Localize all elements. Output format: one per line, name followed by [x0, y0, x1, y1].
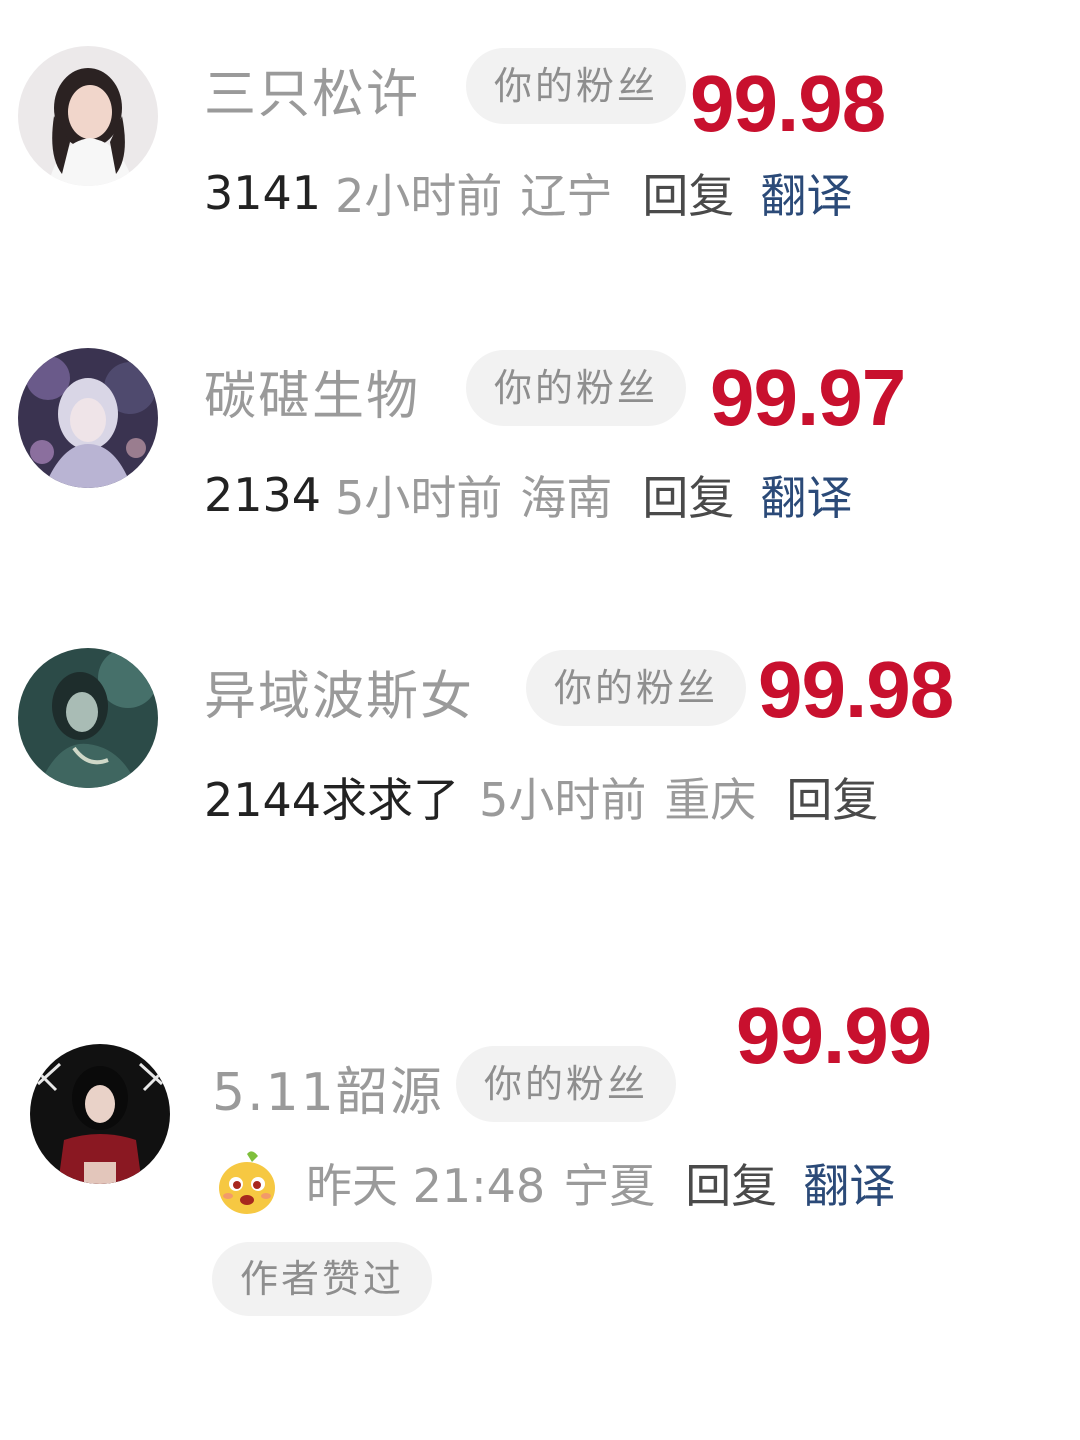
comment-time: 昨天 21:48 [306, 1159, 546, 1213]
reply-button[interactable]: 回复 [786, 764, 878, 830]
comment-location: 海南 [520, 471, 613, 525]
comment-meta: 3141 2小时前 辽宁 回复 翻译 [204, 160, 870, 226]
score-label: 99.99 [736, 991, 932, 1080]
user-avatar[interactable] [30, 1044, 170, 1184]
comment-location: 宁夏 [563, 1159, 656, 1213]
fan-badge: 你的粉丝 [526, 650, 747, 726]
comment-location: 重庆 [664, 773, 757, 827]
username[interactable]: 5.11韶源 [212, 1050, 444, 1125]
fan-badge: 你的粉丝 [466, 48, 687, 124]
comment-meta: 2144求求了 5小时前 重庆 回复 [204, 764, 896, 830]
comment-meta: 昨天 21:48 宁夏 回复 翻译 [216, 1150, 913, 1216]
comment-meta: 2134 5小时前 海南 回复 翻译 [204, 462, 870, 528]
score-label: 99.98 [758, 645, 954, 734]
translate-button[interactable]: 翻译 [803, 1150, 895, 1216]
user-avatar[interactable] [18, 46, 158, 186]
cartoon-face-emoji [216, 1150, 278, 1216]
user-avatar[interactable] [18, 348, 158, 488]
comment-text: 3141 [204, 166, 322, 220]
author-liked-badge: 作者赞过 [212, 1242, 433, 1316]
reply-button[interactable]: 回复 [642, 462, 734, 528]
score-label: 99.98 [690, 59, 886, 148]
comment-time: 5小时前 [335, 471, 503, 525]
translate-button[interactable]: 翻译 [760, 160, 852, 226]
comment-time: 2小时前 [335, 169, 503, 223]
username[interactable]: 异域波斯女 [204, 654, 474, 729]
translate-button[interactable]: 翻译 [760, 462, 852, 528]
comment-location: 辽宁 [520, 169, 613, 223]
reply-button[interactable]: 回复 [642, 160, 734, 226]
score-label: 99.97 [710, 353, 906, 442]
fan-badge: 你的粉丝 [466, 350, 687, 426]
user-avatar[interactable] [18, 648, 158, 788]
username[interactable]: 三只松许 [204, 52, 420, 127]
username[interactable]: 碳碪生物 [204, 354, 420, 429]
comment-time: 5小时前 [479, 773, 647, 827]
fan-badge: 你的粉丝 [456, 1046, 677, 1122]
reply-button[interactable]: 回复 [685, 1150, 777, 1216]
comment-text: 2144求求了 [204, 773, 460, 827]
comment-text: 2134 [204, 468, 322, 522]
